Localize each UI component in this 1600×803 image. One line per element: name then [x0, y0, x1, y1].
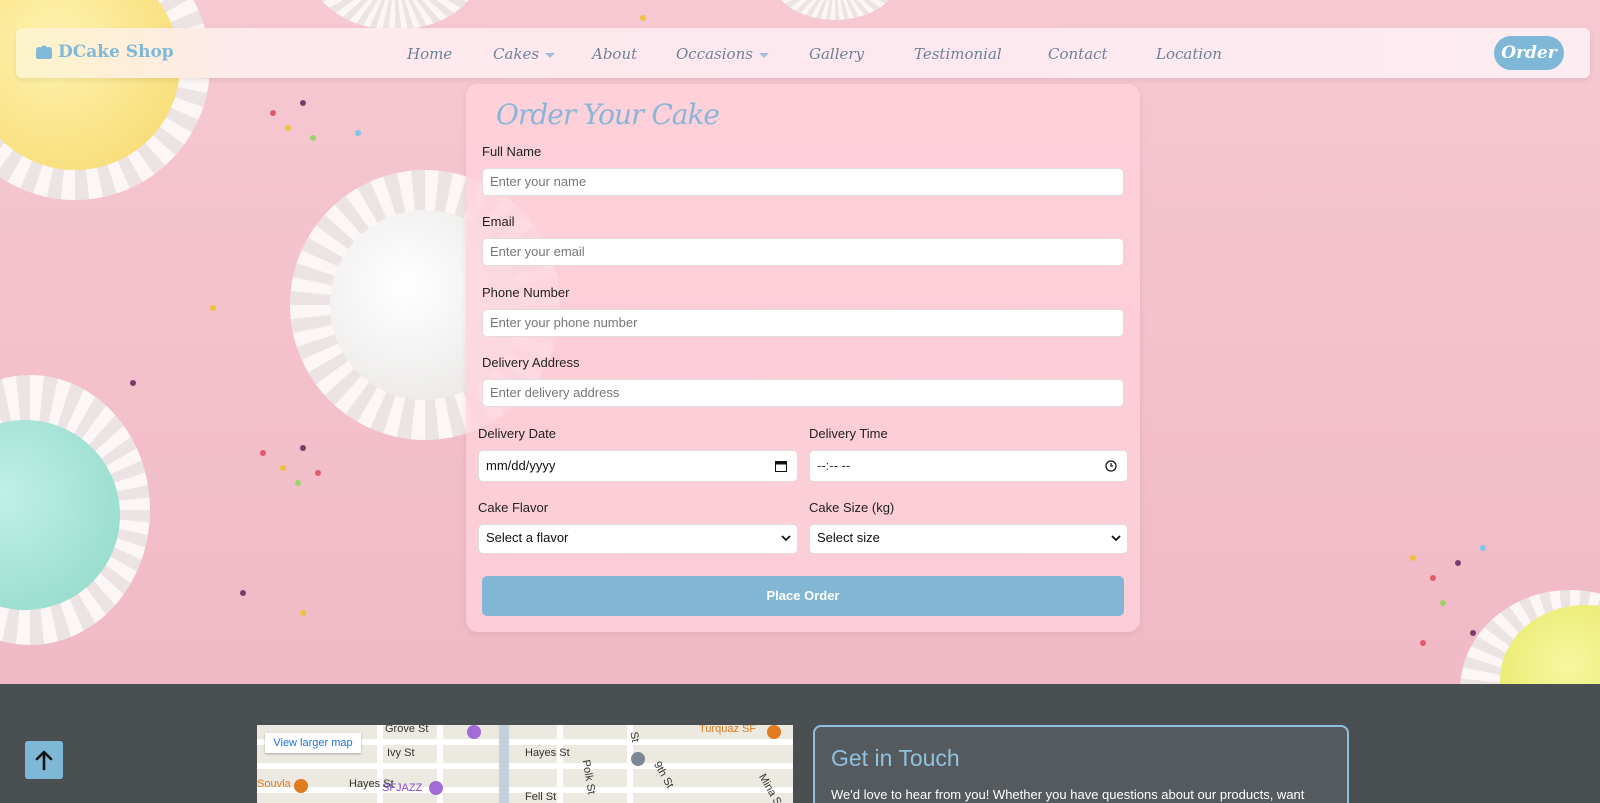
map-label: SFJAZZ — [382, 782, 423, 794]
map-label: Fell St — [525, 791, 557, 803]
nav-gallery[interactable]: Gallery — [809, 45, 864, 63]
chevron-down-icon — [545, 52, 556, 58]
sprinkle — [1470, 630, 1476, 636]
nav-contact[interactable]: Contact — [1048, 45, 1108, 63]
restaurant-pin-icon[interactable] — [294, 779, 308, 793]
phone-input[interactable]: Enter your phone number — [482, 309, 1124, 337]
sprinkle — [210, 305, 216, 311]
contact-text: We'd love to hear from you! Whether you … — [831, 787, 1305, 802]
clock-icon[interactable] — [1105, 460, 1117, 472]
sprinkle — [1480, 545, 1486, 551]
sprinkle — [300, 100, 306, 106]
sprinkle — [260, 450, 266, 456]
cake-flavor-label: Cake Flavor — [478, 500, 549, 515]
sprinkle — [1420, 640, 1426, 646]
sprinkle — [300, 445, 306, 451]
sprinkle — [270, 110, 276, 116]
cake-size-value: Select size — [817, 530, 880, 545]
email-input[interactable]: Enter your email — [482, 238, 1124, 266]
sprinkle — [240, 590, 246, 596]
map-label: Grove St — [385, 725, 429, 735]
map-label: Hayes St — [525, 747, 570, 759]
delivery-date-input[interactable]: mm/dd/yyyy — [478, 450, 798, 482]
navbar: DCake Shop Home Cakes About Occasions Ga… — [16, 28, 1590, 78]
chevron-down-icon — [781, 535, 791, 542]
contact-card: Get in Touch We'd love to hear from you!… — [813, 725, 1349, 803]
form-title: Order Your Cake — [496, 98, 720, 131]
map-road — [257, 763, 793, 769]
sprinkle — [280, 465, 286, 471]
sprinkle — [285, 125, 291, 131]
nav-about[interactable]: About — [592, 45, 637, 63]
chevron-down-icon — [758, 52, 769, 58]
delivery-date-label: Delivery Date — [478, 426, 557, 441]
sprinkle — [315, 470, 321, 476]
nav-occasions-label: Occasions — [676, 45, 753, 63]
cupcake-liner — [310, 0, 480, 30]
music-pin-icon[interactable] — [429, 781, 443, 795]
cake-flavor-select[interactable]: Select a flavor — [478, 524, 798, 554]
sprinkle — [640, 15, 646, 21]
calendar-icon[interactable] — [775, 460, 787, 472]
email-label: Email — [482, 214, 515, 229]
map-highway — [499, 725, 509, 803]
sprinkle — [1410, 555, 1416, 561]
sprinkle — [300, 610, 306, 616]
map-label: Souvla — [257, 778, 291, 790]
sprinkle — [310, 135, 316, 141]
nav-cakes[interactable]: Cakes — [493, 45, 556, 63]
footer: View larger map Grove St Ivy St Hayes St… — [0, 684, 1600, 803]
map-pin-icon[interactable] — [467, 725, 481, 739]
sprinkle — [130, 380, 136, 386]
full-name-input[interactable]: Enter your name — [482, 168, 1124, 196]
delivery-time-value: --:-- -- — [817, 458, 851, 473]
sprinkle — [1455, 560, 1461, 566]
brand-logo[interactable]: DCake Shop — [34, 42, 174, 62]
view-larger-map-link[interactable]: View larger map — [265, 733, 361, 753]
nav-cakes-label: Cakes — [493, 45, 540, 63]
full-name-label: Full Name — [482, 144, 542, 159]
nav-location[interactable]: Location — [1156, 45, 1222, 63]
delivery-time-label: Delivery Time — [809, 426, 888, 441]
sprinkle — [295, 480, 301, 486]
cake-logo-icon — [36, 45, 52, 59]
contact-title: Get in Touch — [831, 745, 960, 771]
nav-home[interactable]: Home — [407, 45, 452, 63]
chevron-down-icon — [1111, 535, 1121, 542]
cupcake-liner — [770, 0, 900, 20]
arrow-up-icon — [35, 750, 53, 771]
cake-size-select[interactable]: Select size — [809, 524, 1128, 554]
order-form: Order Your Cake Full Name Enter your nam… — [466, 84, 1140, 632]
map-label: Ivy St — [387, 747, 415, 759]
sprinkle — [1440, 600, 1446, 606]
place-order-button[interactable]: Place Order — [482, 576, 1124, 616]
delivery-date-value: mm/dd/yyyy — [486, 458, 556, 473]
nav-testimonial[interactable]: Testimonial — [914, 45, 1002, 63]
sprinkle — [355, 130, 361, 136]
sprinkle — [1430, 575, 1436, 581]
delivery-time-input[interactable]: --:-- -- — [809, 450, 1128, 482]
cake-flavor-value: Select a flavor — [486, 530, 569, 545]
transit-pin-icon[interactable] — [631, 752, 645, 766]
phone-label: Phone Number — [482, 285, 570, 300]
map-label: St — [627, 730, 642, 744]
map-label: Turquaz SF — [699, 725, 757, 735]
nav-occasions[interactable]: Occasions — [676, 45, 769, 63]
address-input[interactable]: Enter delivery address — [482, 379, 1124, 407]
cake-size-label: Cake Size (kg) — [809, 500, 895, 515]
order-button[interactable]: Order — [1494, 36, 1564, 70]
scroll-to-top-button[interactable] — [25, 741, 63, 779]
map-road — [557, 725, 563, 803]
brand-name: DCake Shop — [58, 42, 174, 62]
location-map[interactable]: View larger map Grove St Ivy St Hayes St… — [257, 725, 793, 803]
map-pin-icon[interactable] — [767, 725, 781, 739]
address-label: Delivery Address — [482, 355, 580, 370]
